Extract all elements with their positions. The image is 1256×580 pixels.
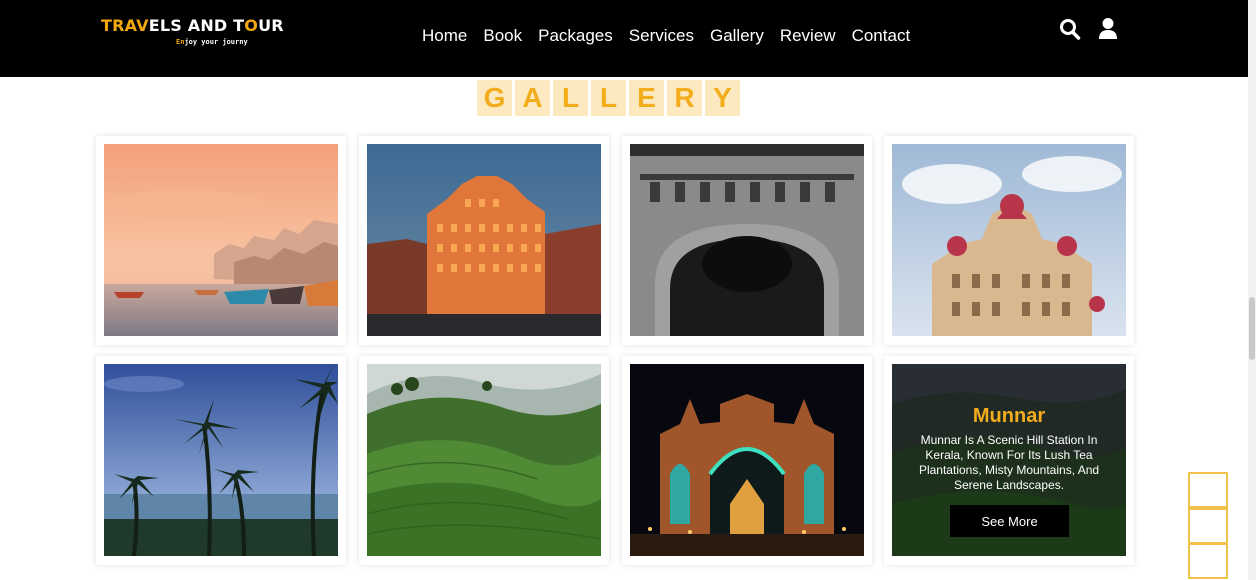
side-floating-button[interactable] (1188, 543, 1228, 579)
gallery-image-munnar: Munnar Munnar Is A Scenic Hill Station I… (892, 364, 1126, 556)
gallery-image-hawa-mahal (367, 144, 601, 336)
site-logo[interactable]: TRAVELS AND TOUR Enjoy your journy (101, 16, 284, 52)
gallery-heading-letter: L (553, 80, 588, 116)
side-floating-button[interactable] (1188, 472, 1228, 508)
scrollbar-track[interactable] (1248, 0, 1256, 580)
main-nav: Home Book Packages Services Gallery Revi… (414, 26, 926, 46)
gallery-heading-letter: L (591, 80, 626, 116)
gallery-heading-letter: R (667, 80, 702, 116)
gallery-heading-letter: Y (705, 80, 740, 116)
user-icon[interactable] (1097, 17, 1119, 41)
side-floating-button[interactable] (1188, 508, 1228, 544)
nav-home[interactable]: Home (422, 26, 467, 46)
logo-title: TRAVELS AND TOUR (101, 16, 284, 35)
gallery-image-mysore-palace (892, 144, 1126, 336)
nav-contact[interactable]: Contact (852, 26, 911, 46)
gallery-heading: G A L L E R Y (477, 80, 740, 116)
gallery-card[interactable] (884, 136, 1134, 345)
nav-packages[interactable]: Packages (538, 26, 613, 46)
nav-gallery[interactable]: Gallery (710, 26, 764, 46)
gallery-heading-letter: E (629, 80, 664, 116)
see-more-button[interactable]: See More (950, 505, 1069, 537)
gallery-image-tea-plantation (367, 364, 601, 556)
page: TRAVELS AND TOUR Enjoy your journy Home … (0, 0, 1256, 580)
nav-services[interactable]: Services (629, 26, 694, 46)
gallery-card[interactable] (622, 136, 872, 345)
munnar-title: Munnar (972, 405, 1046, 427)
gallery-card[interactable]: Munnar Munnar Is A Scenic Hill Station I… (884, 356, 1134, 565)
gallery-heading-letter: G (477, 80, 512, 116)
munnar-description: Munnar Is A Scenic Hill Station In Keral… (918, 433, 1100, 492)
gallery-image-gateway-arch (630, 144, 864, 336)
gallery-card[interactable] (96, 356, 346, 565)
munnar-overlay: Munnar Munnar Is A Scenic Hill Station I… (892, 364, 1126, 556)
gallery-heading-letter: A (515, 80, 550, 116)
nav-book[interactable]: Book (483, 26, 522, 46)
logo-tagline: Enjoy your journy (176, 38, 248, 46)
nav-review[interactable]: Review (780, 26, 836, 46)
gallery-image-beach (104, 364, 338, 556)
gallery-card[interactable] (359, 136, 609, 345)
gallery-card[interactable] (96, 136, 346, 345)
gallery-card[interactable] (622, 356, 872, 565)
scrollbar-thumb[interactable] (1249, 297, 1255, 360)
site-header: TRAVELS AND TOUR Enjoy your journy Home … (0, 0, 1248, 77)
gallery-image-varanasi (104, 144, 338, 336)
gallery-image-palace-night (630, 364, 864, 556)
search-icon[interactable] (1059, 17, 1081, 41)
gallery-card[interactable] (359, 356, 609, 565)
